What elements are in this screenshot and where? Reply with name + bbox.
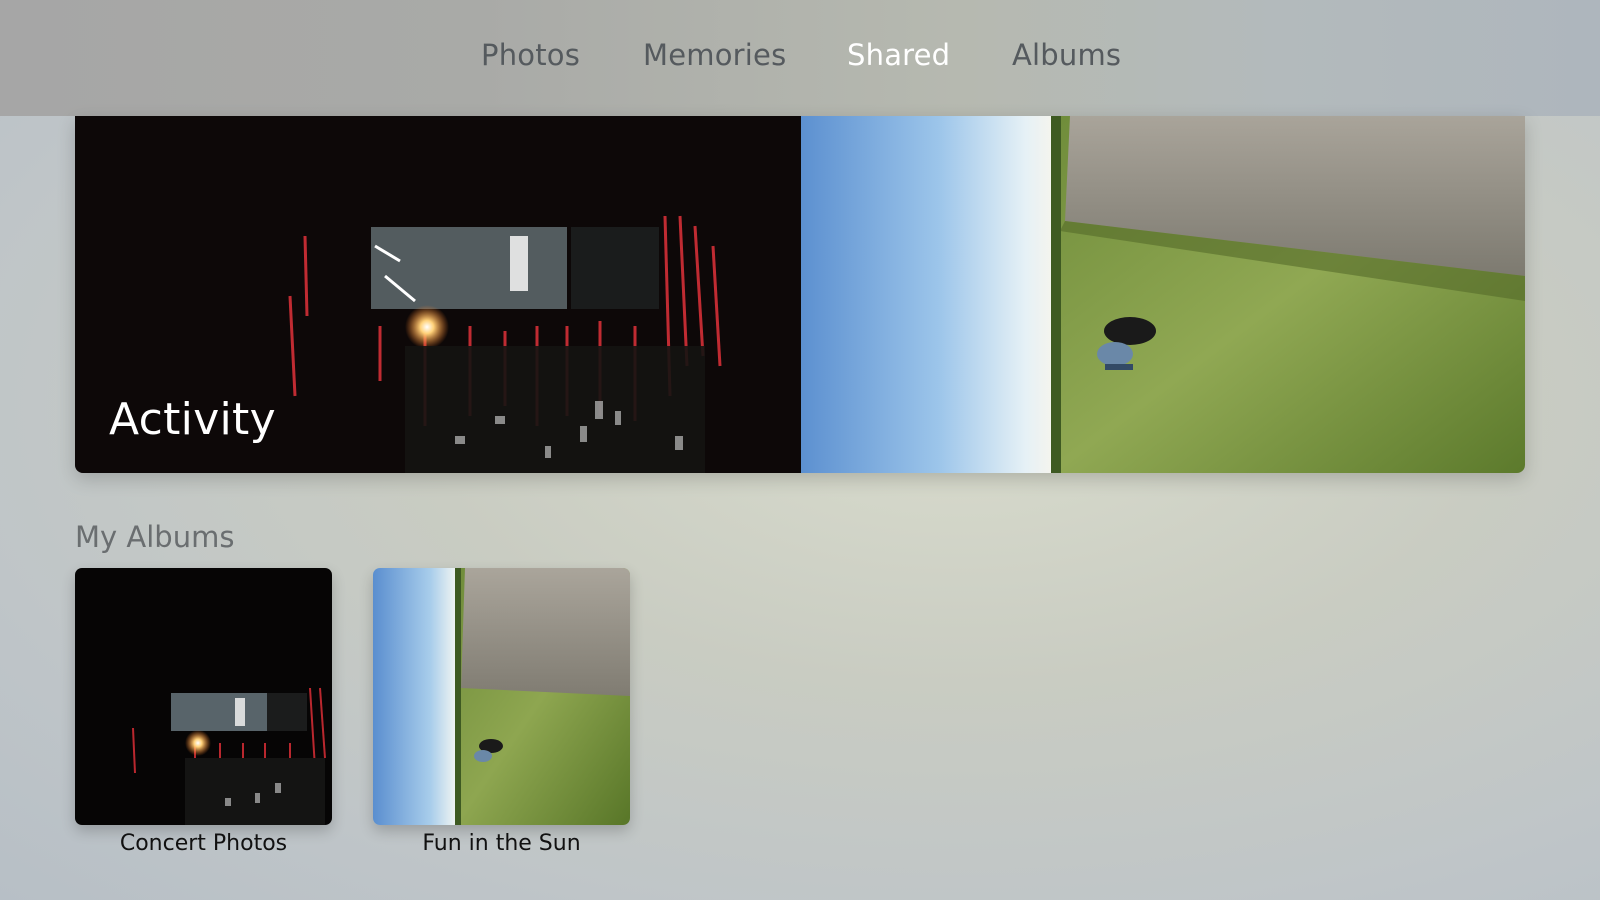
field-thumbnail-image xyxy=(373,568,630,825)
album-title: Concert Photos xyxy=(119,831,288,856)
my-albums-heading: My Albums xyxy=(75,520,235,554)
album-thumbnail xyxy=(373,568,630,825)
tab-bar: Photos Memories Shared Albums xyxy=(0,38,1600,78)
album-fun-in-the-sun[interactable]: Fun in the Sun xyxy=(373,568,630,856)
tab-albums[interactable]: Albums xyxy=(1012,38,1121,72)
top-navigation-bar: Photos Memories Shared Albums xyxy=(0,0,1600,116)
concert-thumbnail-image xyxy=(75,568,332,825)
album-concert-photos[interactable]: Concert Photos xyxy=(75,568,332,856)
tab-photos[interactable]: Photos xyxy=(481,38,580,72)
activity-title: Activity xyxy=(109,394,276,445)
activity-banner[interactable]: Activity xyxy=(75,116,1525,473)
album-thumbnail xyxy=(75,568,332,825)
album-title: Fun in the Sun xyxy=(422,831,581,856)
tab-memories[interactable]: Memories xyxy=(643,38,786,72)
tab-shared[interactable]: Shared xyxy=(847,38,950,72)
activity-collage-image xyxy=(75,116,1525,473)
